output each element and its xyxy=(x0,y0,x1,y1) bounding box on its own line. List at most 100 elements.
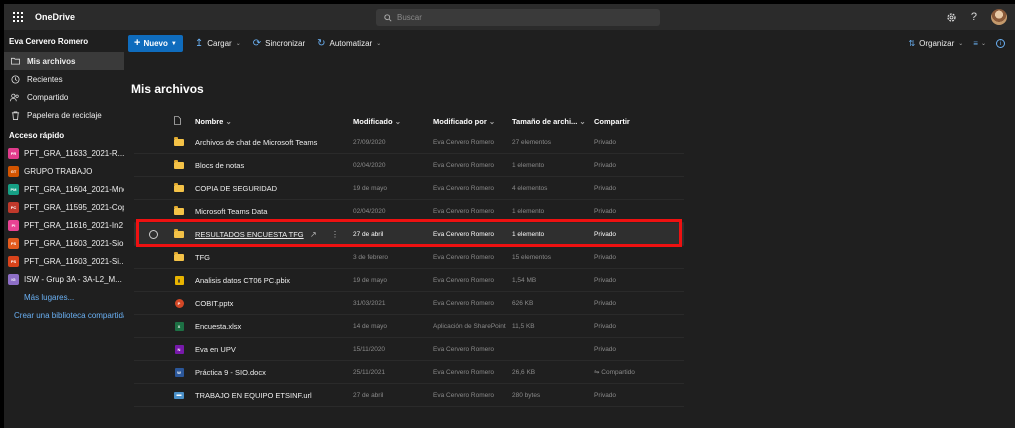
table-row[interactable]: TFG 3 de febrero Eva Cervero Romero 15 e… xyxy=(134,246,684,269)
modified-date: 14 de mayo xyxy=(353,322,387,330)
chevron-down-icon: ⌄ xyxy=(235,41,241,47)
quick-access-item[interactable]: PS PFT_GRA_11603_2021-Si... xyxy=(4,252,124,270)
table-row[interactable]: ▬ TRABAJO EN EQUIPO ETSINF.url 27 de abr… xyxy=(134,384,684,407)
file-name[interactable]: Eva en UPV xyxy=(195,345,236,354)
file-size: 1,54 MB xyxy=(512,276,537,284)
quick-access-item[interactable]: PR PFT_GRA_11633_2021-R... xyxy=(4,144,124,162)
file-name[interactable]: Encuesta.xlsx xyxy=(195,322,241,331)
quick-access-item[interactable]: PC PFT_GRA_11595_2021-Cop xyxy=(4,198,124,216)
table-row[interactable]: W Práctica 9 - SIO.docx 25/11/2021 Eva C… xyxy=(134,361,684,384)
upload-icon: ↥ xyxy=(194,38,204,49)
create-library-link[interactable]: Crear una biblioteca compartida xyxy=(4,306,124,324)
file-name[interactable]: TRABAJO EN EQUIPO ETSINF.url xyxy=(195,391,312,400)
modified-by: Eva Cervero Romero xyxy=(433,207,495,215)
column-header-name[interactable]: Nombre ⌄ xyxy=(195,117,232,126)
automate-button[interactable]: ↻ Automatizar ⌄ xyxy=(317,38,381,49)
file-name[interactable]: COBIT.pptx xyxy=(195,299,233,308)
site-logo-icon: PS xyxy=(8,255,19,267)
row-select-radio[interactable] xyxy=(149,229,158,239)
table-row[interactable]: COPIA DE SEGURIDAD 19 de mayo Eva Cerver… xyxy=(134,177,684,200)
help-icon[interactable]: ? xyxy=(971,11,977,23)
sidebar: Eva Cervero Romero Mis archivos Reciente… xyxy=(4,30,124,428)
file-size: 11,5 KB xyxy=(512,322,535,330)
quick-access-item[interactable]: PS PFT_GRA_11603_2021-Sio xyxy=(4,234,124,252)
column-header-sharing[interactable]: Compartir xyxy=(594,117,630,126)
file-size: 626 KB xyxy=(512,299,534,307)
column-header-label: Modificado xyxy=(353,116,393,126)
folder-icon xyxy=(174,205,184,216)
file-name[interactable]: Archivos de chat de Microsoft Teams xyxy=(195,138,317,147)
table-row[interactable]: Microsoft Teams Data 02/04/2020 Eva Cerv… xyxy=(134,200,684,223)
file-name[interactable]: Analisis datos CT06 PC.pbix xyxy=(195,276,290,285)
table-row-selected[interactable]: RESULTADOS ENCUESTA TFG ↗ ⋮ 27 de abril … xyxy=(134,223,684,246)
new-label: Nuevo xyxy=(143,39,168,48)
table-row[interactable]: Archivos de chat de Microsoft Teams 27/0… xyxy=(134,131,684,154)
chevron-down-icon: ⌄ xyxy=(958,41,964,47)
file-name[interactable]: RESULTADOS ENCUESTA TFG xyxy=(195,230,304,239)
quick-access-item[interactable]: GT GRUPO TRABAJO xyxy=(4,162,124,180)
file-name[interactable]: Blocs de notas xyxy=(195,161,244,170)
file-size: 1 elemento xyxy=(512,161,545,169)
list-view-icon: ≡ xyxy=(973,39,978,48)
chevron-down-icon: ⌄ xyxy=(394,116,401,126)
file-size: 1 elemento xyxy=(512,207,545,215)
share-icon[interactable]: ↗ xyxy=(310,230,317,239)
quick-access-heading: Acceso rápido xyxy=(9,130,65,140)
site-logo-icon: PM xyxy=(8,183,19,195)
quick-access-item[interactable]: PI PFT_GRA_11616_2021-In2 xyxy=(4,216,124,234)
table-row[interactable]: X Encuesta.xlsx 14 de mayo Aplicación de… xyxy=(134,315,684,338)
folder-icon xyxy=(174,182,184,193)
people-icon xyxy=(8,93,22,102)
search-box[interactable]: Buscar xyxy=(376,9,660,26)
file-name[interactable]: TFG xyxy=(195,253,210,262)
nav-label: Mis archivos xyxy=(27,56,76,66)
nav-shared[interactable]: Compartido xyxy=(4,88,124,106)
avatar[interactable] xyxy=(991,9,1007,25)
sharing-status: Privado xyxy=(594,161,617,169)
powerbi-file-icon: ▮ xyxy=(174,275,184,285)
sync-button[interactable]: ⟳ Sincronizar xyxy=(253,38,305,49)
sort-label: Organizar xyxy=(919,39,955,48)
powerpoint-file-icon: P xyxy=(174,298,184,308)
quick-access-item[interactable]: PM PFT_GRA_11604_2021-Mne xyxy=(4,180,124,198)
file-name[interactable]: Microsoft Teams Data xyxy=(195,207,267,216)
upload-label: Cargar xyxy=(207,39,232,48)
view-options-button[interactable]: ≡ ⌄ xyxy=(973,39,986,48)
folder-icon xyxy=(174,159,184,170)
file-size: 27 elementos xyxy=(512,138,552,146)
table-row[interactable]: ▮ Analisis datos CT06 PC.pbix 19 de mayo… xyxy=(134,269,684,292)
app-title[interactable]: OneDrive xyxy=(35,12,75,22)
app-launcher-icon[interactable] xyxy=(7,4,29,30)
sharing-status: ⇋ Compartido xyxy=(594,368,635,376)
upload-button[interactable]: ↥ Cargar ⌄ xyxy=(195,38,241,49)
modified-by: Eva Cervero Romero xyxy=(433,368,495,376)
command-bar: + Nuevo ▼ ↥ Cargar ⌄ ⟳ Sincronizar ↻ Aut… xyxy=(124,30,1015,57)
file-name[interactable]: Práctica 9 - SIO.docx xyxy=(195,368,266,377)
info-icon[interactable]: i xyxy=(996,39,1005,48)
quick-access-item[interactable]: IG ISW - Grup 3A - 3A-L2_M... xyxy=(4,270,124,288)
column-header-modified[interactable]: Modificado ⌄ xyxy=(353,117,401,126)
sharing-label: Compartido xyxy=(601,369,635,376)
modified-by: Eva Cervero Romero xyxy=(433,345,495,353)
quick-access-label: ISW - Grup 3A - 3A-L2_M... xyxy=(24,274,122,284)
nav-recent[interactable]: Recientes xyxy=(4,70,124,88)
column-header-modified-by[interactable]: Modificado por ⌄ xyxy=(433,117,495,126)
new-button[interactable]: + Nuevo ▼ xyxy=(128,35,183,52)
nav-recycle-bin[interactable]: Papelera de reciclaje xyxy=(4,106,124,124)
table-row[interactable]: Blocs de notas 02/04/2020 Eva Cervero Ro… xyxy=(134,154,684,177)
sort-button[interactable]: ⇅ Organizar ⌄ xyxy=(908,39,963,48)
nav-my-files[interactable]: Mis archivos xyxy=(4,52,124,70)
user-name: Eva Cervero Romero xyxy=(9,36,89,46)
column-header-size[interactable]: Tamaño de archi... ⌄ xyxy=(512,117,586,126)
chevron-down-icon: ⌄ xyxy=(579,116,586,126)
more-places-link[interactable]: Más lugares... xyxy=(4,288,124,306)
chevron-down-icon: ⌄ xyxy=(980,41,986,47)
gear-icon[interactable] xyxy=(946,12,957,23)
search-icon xyxy=(384,13,392,22)
file-type-header-icon[interactable] xyxy=(174,115,181,127)
more-options-icon[interactable]: ⋮ xyxy=(331,230,339,239)
file-name[interactable]: COPIA DE SEGURIDAD xyxy=(195,184,277,193)
link-file-icon: ▬ xyxy=(174,391,184,400)
table-row[interactable]: P COBIT.pptx 31/03/2021 Eva Cervero Rome… xyxy=(134,292,684,315)
table-row[interactable]: N Eva en UPV 15/11/2020 Eva Cervero Rome… xyxy=(134,338,684,361)
